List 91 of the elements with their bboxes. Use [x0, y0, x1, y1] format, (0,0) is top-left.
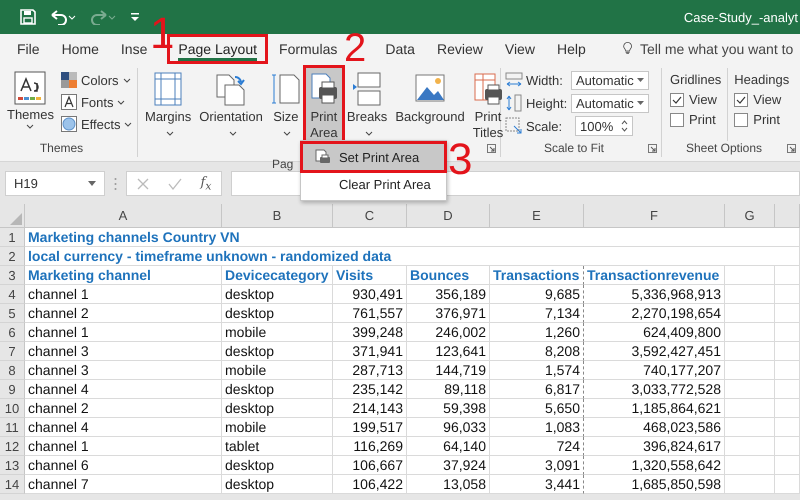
option-heading: Gridlines [670, 72, 722, 87]
table-cell: 376,971 [407, 304, 490, 323]
table-cell: 3,033,772,528 [584, 380, 725, 399]
table-cell: 2,270,198,654 [584, 304, 725, 323]
table-cell: channel 1 [25, 323, 222, 342]
table-cell: desktop [222, 399, 333, 418]
column-heading-cell: Visits [333, 266, 407, 285]
table-cell: 3,091 [490, 456, 584, 475]
table-cell: channel 3 [25, 342, 222, 361]
table-cell: channel 4 [25, 380, 222, 399]
sheet-title-cell: Marketing channels Country VN [25, 228, 800, 247]
field-label: Height: [526, 96, 568, 110]
sheet-title-cell: local currency - timeframe unknown - randomized data [25, 247, 800, 266]
table-cell: 624,409,800 [584, 323, 725, 342]
table-cell: 740,177,207 [584, 361, 725, 380]
table-cell: 1,083 [490, 418, 584, 437]
table-cell: 106,422 [333, 475, 407, 494]
table-cell: 8,208 [490, 342, 584, 361]
table-cell: 144,719 [407, 361, 490, 380]
checkbox-label: View [689, 92, 717, 107]
field-label: Scale: [526, 118, 564, 134]
checkbox-label: Print [753, 112, 780, 127]
table-cell: 1,320,558,642 [584, 456, 725, 475]
table-cell: mobile [222, 323, 333, 342]
table-cell: 761,557 [333, 304, 407, 323]
table-cell: 1,185,864,621 [584, 399, 725, 418]
table-cell: 13,058 [407, 475, 490, 494]
table-cell: 235,142 [333, 380, 407, 399]
table-cell: channel 1 [25, 437, 222, 456]
table-cell: desktop [222, 380, 333, 399]
table-cell: 64,140 [407, 437, 490, 456]
column-heading-cell: Devicecategory [222, 266, 333, 285]
field-label: Width: [526, 72, 564, 88]
checkbox-label: View [753, 92, 782, 107]
table-cell: 89,118 [407, 380, 490, 399]
step-number: 1 [150, 12, 174, 56]
table-cell: 246,002 [407, 323, 490, 342]
table-cell: 5,336,968,913 [584, 285, 725, 304]
table-cell: 9,685 [490, 285, 584, 304]
window-title: Case-Study_-analyt [684, 10, 799, 24]
table-cell: 930,491 [333, 285, 407, 304]
table-cell: 37,924 [407, 456, 490, 475]
step-number: 2 [344, 28, 366, 68]
table-cell: 106,667 [333, 456, 407, 475]
group-label: Pag [272, 157, 294, 173]
table-cell: channel 1 [25, 285, 222, 304]
table-cell: desktop [222, 475, 333, 494]
table-cell: channel 2 [25, 399, 222, 418]
table-cell: channel 3 [25, 361, 222, 380]
table-cell: tablet [222, 437, 333, 456]
table-cell: 1,260 [490, 323, 584, 342]
table-cell: 396,824,617 [584, 437, 725, 456]
table-cell: mobile [222, 361, 333, 380]
checkbox-label: Print [689, 112, 716, 127]
table-cell: desktop [222, 285, 333, 304]
column-heading-cell: Bounces [407, 266, 490, 285]
table-cell: 7,134 [490, 304, 584, 323]
table-cell: channel 2 [25, 304, 222, 323]
column-heading-cell: Transactionrevenue [584, 266, 725, 285]
table-cell: 724 [490, 437, 584, 456]
table-cell: 96,033 [407, 418, 490, 437]
table-cell: 116,269 [333, 437, 407, 456]
table-cell: channel 6 [25, 456, 222, 475]
table-cell: 199,517 [333, 418, 407, 437]
group-label: Sheet Options [684, 141, 764, 157]
step-number: 3 [448, 138, 472, 182]
table-cell: 468,023,586 [584, 418, 725, 437]
table-cell: 1,574 [490, 361, 584, 380]
table-cell: desktop [222, 342, 333, 361]
table-cell: 371,941 [333, 342, 407, 361]
table-cell: desktop [222, 456, 333, 475]
table-cell: 59,398 [407, 399, 490, 418]
table-cell: channel 7 [25, 475, 222, 494]
group-label: Scale to Fit [542, 141, 606, 157]
table-cell: mobile [222, 418, 333, 437]
table-cell: 356,189 [407, 285, 490, 304]
table-cell: 287,713 [333, 361, 407, 380]
column-heading-cell: Transactions [490, 266, 584, 285]
table-cell: 214,143 [333, 399, 407, 418]
table-cell: 3,592,427,451 [584, 342, 725, 361]
table-cell: 399,248 [333, 323, 407, 342]
column-heading-cell: Marketing channel [25, 266, 222, 285]
table-cell: desktop [222, 304, 333, 323]
table-cell: 3,441 [490, 475, 584, 494]
table-cell: channel 4 [25, 418, 222, 437]
table-cell: 5,650 [490, 399, 584, 418]
group-label: Themes [38, 141, 84, 157]
table-cell: 6,817 [490, 380, 584, 399]
option-heading: Headings [734, 72, 790, 87]
table-cell: 1,685,850,598 [584, 475, 725, 494]
table-cell: 123,641 [407, 342, 490, 361]
